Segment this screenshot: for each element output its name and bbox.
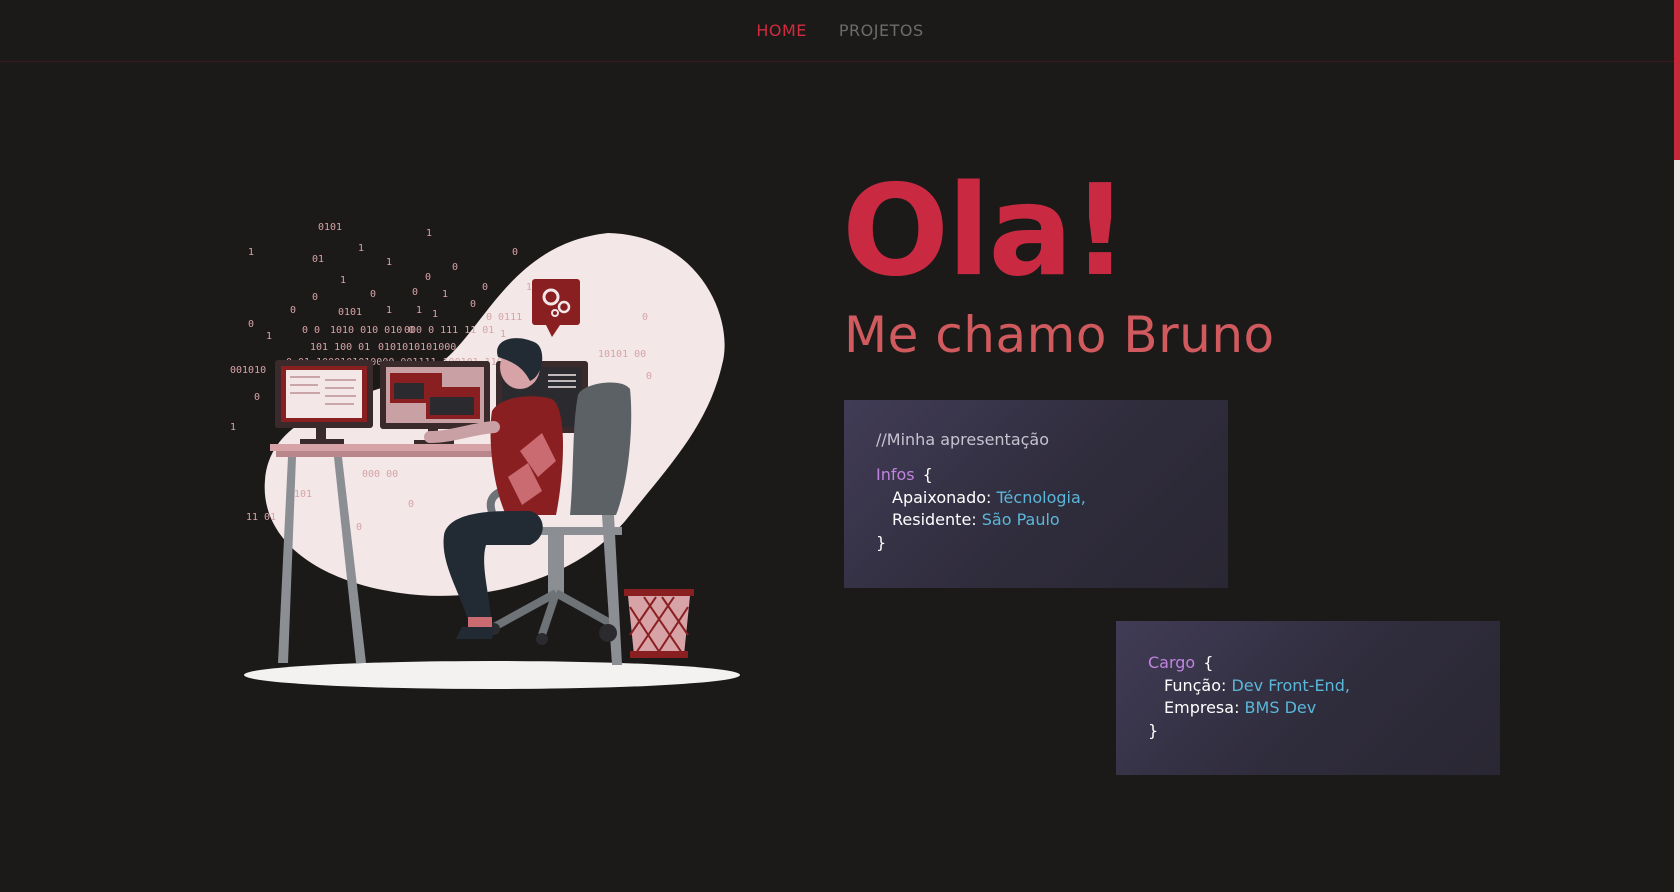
page-scrollbar[interactable]	[1674, 0, 1680, 892]
floor-shadow	[244, 661, 740, 689]
card-key: Cargo	[1148, 653, 1196, 672]
svg-text:0: 0	[356, 522, 362, 533]
card-key-line: Infos {	[876, 463, 1196, 487]
svg-text:0: 0	[646, 371, 652, 382]
svg-text:1: 1	[442, 289, 448, 300]
svg-text:0: 0	[425, 272, 431, 283]
svg-text:01: 01	[312, 254, 324, 265]
nav-projetos-link[interactable]: PROJETOS	[839, 21, 924, 40]
scrollbar-thumb[interactable]	[1674, 0, 1680, 160]
svg-text:1: 1	[416, 305, 422, 316]
svg-text:1: 1	[358, 243, 364, 254]
svg-text:1010 010 010 0: 1010 010 010 0	[330, 325, 414, 336]
card-row: Função: Dev Front-End,	[1148, 675, 1468, 697]
card-row: Residente: São Paulo	[876, 509, 1196, 531]
svg-text:1: 1	[230, 422, 236, 433]
svg-text:1: 1	[386, 257, 392, 268]
svg-text:000 00: 000 00	[362, 469, 398, 480]
hero-title: Ola!	[842, 157, 1129, 304]
row-value: Dev Front-End,	[1231, 676, 1350, 695]
row-value: BMS Dev	[1244, 698, 1317, 717]
svg-text:1: 1	[432, 309, 438, 320]
row-value: São Paulo	[981, 510, 1060, 529]
row-label: Empresa:	[1164, 698, 1240, 717]
svg-text:0: 0	[312, 292, 318, 303]
row-value: Técnologia,	[996, 488, 1086, 507]
svg-text:0101: 0101	[338, 307, 362, 318]
svg-text:0101: 0101	[318, 222, 342, 233]
svg-text:0: 0	[482, 282, 488, 293]
nav-home-link[interactable]: HOME	[756, 21, 807, 40]
card-key: Infos	[876, 465, 915, 484]
svg-text:0: 0	[248, 319, 254, 330]
svg-text:1: 1	[500, 329, 506, 340]
row-label: Função:	[1164, 676, 1227, 695]
row-label: Residente:	[892, 510, 977, 529]
svg-text:0 0: 0 0	[302, 325, 320, 336]
card-row: Empresa: BMS Dev	[1148, 697, 1468, 719]
svg-text:11 01: 11 01	[246, 512, 276, 523]
trash-bin	[624, 589, 694, 658]
row-label: Apaixonado:	[892, 488, 992, 507]
svg-text:1: 1	[340, 275, 346, 286]
svg-text:1: 1	[526, 282, 532, 293]
open-brace: {	[1203, 653, 1214, 672]
svg-text:0101010101000: 0101010101000	[378, 342, 456, 353]
svg-text:0: 0	[290, 305, 296, 316]
svg-text:0: 0	[642, 312, 648, 323]
svg-text:001010: 001010	[230, 365, 266, 376]
svg-text:0: 0	[408, 499, 414, 510]
svg-text:0: 0	[254, 392, 260, 403]
hero-subtitle: Me chamo Bruno	[844, 306, 1275, 364]
top-nav: HOME PROJETOS	[0, 0, 1680, 62]
intro-code-card: //Minha apresentação Infos { Apaixonado: …	[844, 400, 1228, 588]
card-key-line: Cargo {	[1148, 651, 1468, 675]
svg-text:1: 1	[248, 247, 254, 258]
open-brace: {	[922, 465, 933, 484]
svg-text:1: 1	[386, 305, 392, 316]
card-comment: //Minha apresentação	[876, 430, 1050, 449]
developer-illustration: 010111 1 001 1 01 00 1 000 10 0101 111 000 0…	[230, 222, 740, 689]
svg-text:1: 1	[426, 228, 432, 239]
svg-text:1: 1	[266, 331, 272, 342]
svg-text:0 0111: 0 0111	[486, 312, 522, 323]
svg-text:0: 0	[470, 299, 476, 310]
svg-text:10101 00: 10101 00	[598, 349, 646, 360]
svg-text:000 0 111 11 01: 000 0 111 11 01	[404, 325, 494, 336]
close-brace: }	[1148, 721, 1159, 740]
svg-text:101 100 01: 101 100 01	[310, 342, 370, 353]
svg-text:0: 0	[452, 262, 458, 273]
svg-text:0: 0	[412, 287, 418, 298]
close-brace: }	[876, 533, 887, 552]
svg-text:0: 0	[370, 289, 376, 300]
svg-text:0: 0	[512, 247, 518, 258]
card-row: Apaixonado: Técnologia,	[876, 487, 1196, 509]
role-code-card: Cargo { Função: Dev Front-End, Empresa: B…	[1116, 621, 1500, 775]
